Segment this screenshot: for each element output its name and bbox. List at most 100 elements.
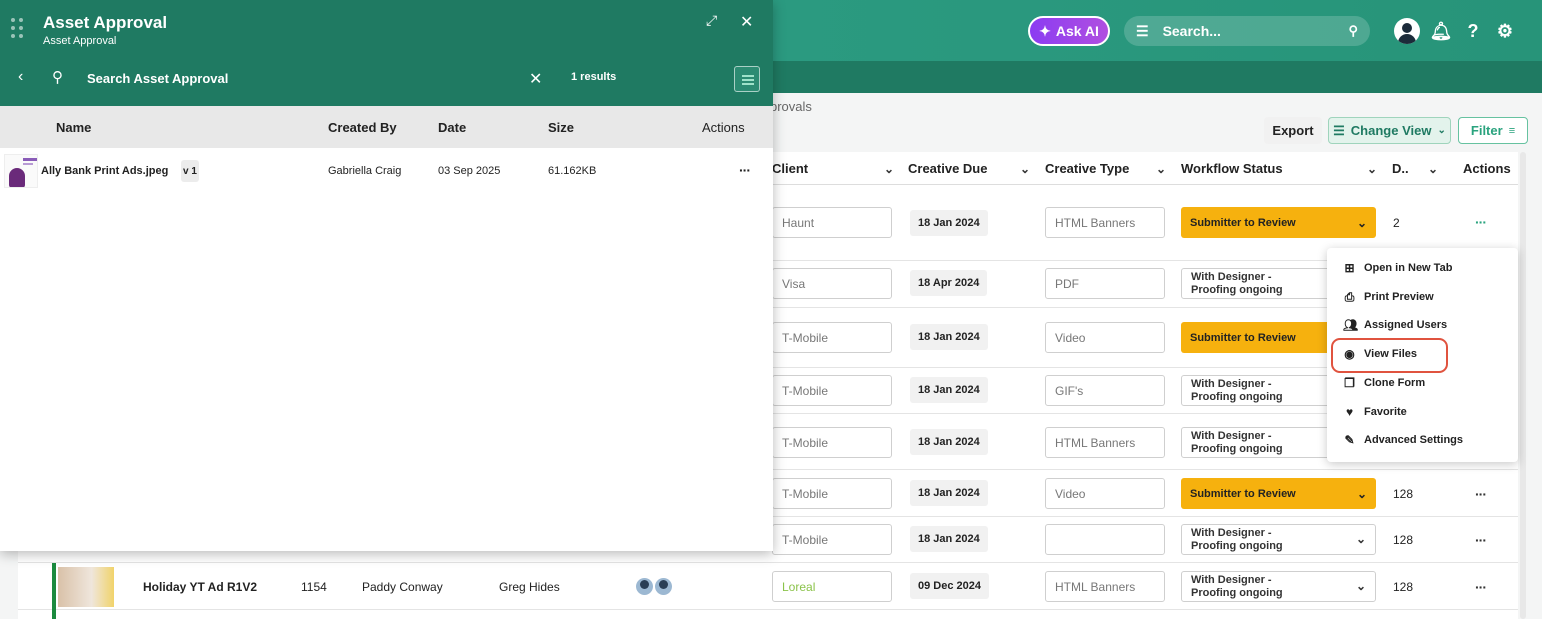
client-field[interactable]: T-Mobile [772,478,892,509]
filter-label: Filter [1470,123,1503,138]
export-button[interactable]: Export [1264,117,1322,144]
client-field[interactable]: T-Mobile [772,322,892,353]
user-avatar[interactable] [1394,18,1420,44]
view-files-highlight [1331,338,1448,373]
more-actions-icon[interactable]: ··· [1475,486,1487,502]
assigned-user-avatar[interactable] [655,578,672,595]
expand-icon[interactable]: ⤢ [706,12,717,29]
change-view-button[interactable]: ☰ Change View ⌄ [1328,117,1451,144]
grid-scrollbar[interactable] [1520,152,1526,619]
file-actions-icon[interactable]: ··· [739,162,751,178]
ask-ai-button[interactable]: ✦ Ask AI [1028,16,1110,46]
column-header-workflow-status[interactable]: Workflow Status ⌄ [1181,152,1377,185]
more-actions-icon[interactable]: ··· [1475,532,1487,548]
row-name[interactable]: Holiday YT Ad R1V2 [143,580,257,594]
creative-type-field[interactable]: HTML Banners [1045,207,1165,238]
pencil-icon: ✎ [1344,433,1355,447]
client-field[interactable]: Haunt [772,207,892,238]
close-icon[interactable]: ✕ [740,12,753,32]
assigned-user-avatar[interactable] [636,578,653,595]
menu-item-print-preview[interactable]: ⎙ Print Preview [1327,283,1518,311]
creative-type-field[interactable]: GIF's [1045,375,1165,406]
workflow-status-select[interactable]: With Designer - Proofing ongoing ⌄ [1181,571,1376,602]
column-header-date[interactable]: Date [438,120,466,135]
copy-icon: ❐ [1344,376,1355,390]
column-header-actions: Actions [1463,152,1518,185]
drag-handle-icon[interactable] [11,18,25,40]
column-header-size[interactable]: Size [548,120,574,135]
workflow-status-select[interactable]: Submitter to Review ⌄ [1181,207,1376,238]
menu-item-favorite[interactable]: ♥ Favorite [1327,398,1518,426]
panel-header: Asset Approval Asset Approval ⤢ ✕ ‹ ⚲ Se… [0,0,773,106]
help-icon[interactable]: ? [1460,18,1486,44]
client-field[interactable]: Loreal [772,571,892,602]
file-size: 61.162KB [548,165,597,177]
creative-type-field[interactable]: HTML Banners [1045,427,1165,458]
column-header-label: Creative Due [908,161,988,176]
chevron-down-icon: ⌄ [1356,215,1367,230]
creative-type-field[interactable]: Video [1045,322,1165,353]
workflow-status-value: With Designer - Proofing ongoing [1191,526,1283,552]
creative-due-badge: 18 Jan 2024 [910,324,988,350]
column-header-name[interactable]: Name [56,120,91,135]
row-number: 128 [1393,533,1414,547]
column-header-label: Creative Type [1045,161,1130,176]
menu-item-open-in-new-tab[interactable]: ⊞ Open in New Tab [1327,254,1518,282]
creative-due-badge: 09 Dec 2024 [910,573,989,599]
chevron-down-icon[interactable]: ⌄ [884,162,894,176]
client-field[interactable]: T-Mobile [772,427,892,458]
menu-item-advanced-settings[interactable]: ✎ Advanced Settings [1327,426,1518,454]
creative-type-field[interactable]: HTML Banners [1045,571,1165,602]
column-header-created-by[interactable]: Created By [328,120,397,135]
chevron-down-icon: ⌄ [1437,125,1446,136]
menu-item-assigned-users[interactable]: 👥︎ Assigned Users [1327,311,1518,339]
client-field[interactable]: T-Mobile [772,375,892,406]
more-actions-icon[interactable]: ··· [1475,214,1487,230]
workflow-status-select[interactable]: With Designer - Proofing ongoing ⌄ [1181,524,1376,555]
workflow-status-select[interactable]: Submitter to Review ⌄ [1181,478,1376,509]
workflow-status-select[interactable]: With Designer - Proofing ongoing [1181,375,1331,406]
back-chevron-icon[interactable]: ‹ [18,68,23,86]
plus-square-icon: ⊞ [1344,261,1355,275]
creative-type-field[interactable]: Video [1045,478,1165,509]
workflow-status-select[interactable]: With Designer - Proofing ongoing [1181,268,1331,299]
client-field[interactable]: T-Mobile [772,524,892,555]
breadcrumb[interactable]: provals [770,99,812,114]
chevron-down-icon[interactable]: ⌄ [1156,162,1166,176]
row-thumbnail[interactable] [58,567,114,607]
creative-type-field[interactable]: PDF [1045,268,1165,299]
gear-icon[interactable]: ⚙ [1492,18,1518,44]
column-header-creative-due[interactable]: Creative Due ⌄ [908,152,1030,185]
chevron-down-icon[interactable]: ⌄ [1367,162,1377,176]
filter-button[interactable]: Filter ≡ [1458,117,1528,144]
menu-icon: ☰ [1136,22,1149,39]
file-name[interactable]: Ally Bank Print Ads.jpeg [41,165,168,177]
more-actions-icon[interactable]: ··· [1475,579,1487,595]
workflow-status-select[interactable]: Submitter to Review [1181,322,1331,353]
column-header-d[interactable]: D.. ⌄ [1392,152,1438,185]
workflow-status-value: Submitter to Review [1190,487,1296,500]
column-header-label: Client [772,161,809,176]
creative-due-badge: 18 Apr 2024 [910,270,988,296]
column-header-creative-type[interactable]: Creative Type ⌄ [1045,152,1166,185]
menu-item-clone-form[interactable]: ❐ Clone Form [1327,369,1518,397]
column-header-label: Workflow Status [1181,161,1283,176]
global-search-input[interactable]: ☰ Search... ⚲ [1124,16,1370,46]
clear-search-icon[interactable]: ✕ [529,69,542,89]
file-thumbnail[interactable] [4,154,38,188]
chevron-down-icon[interactable]: ⌄ [1020,162,1030,176]
file-created-by: Gabriella Craig [328,165,402,177]
client-field[interactable]: Visa [772,268,892,299]
menu-item-label: Advanced Settings [1364,434,1464,446]
workflow-status-select[interactable]: With Designer - Proofing ongoing [1181,427,1331,458]
creative-due-badge: 18 Jan 2024 [910,429,988,455]
global-search-placeholder: Search... [1162,23,1221,39]
creative-type-field[interactable] [1045,524,1165,555]
column-header-client[interactable]: Client ⌄ [772,152,894,185]
bell-icon[interactable]: 🔔︎ [1428,18,1454,44]
menu-item-label: Print Preview [1364,291,1434,303]
list-view-button[interactable] [734,66,760,92]
list-icon: ☰ [1333,122,1345,138]
chevron-down-icon[interactable]: ⌄ [1428,162,1438,176]
panel-search-input[interactable]: Search Asset Approval [87,71,228,86]
